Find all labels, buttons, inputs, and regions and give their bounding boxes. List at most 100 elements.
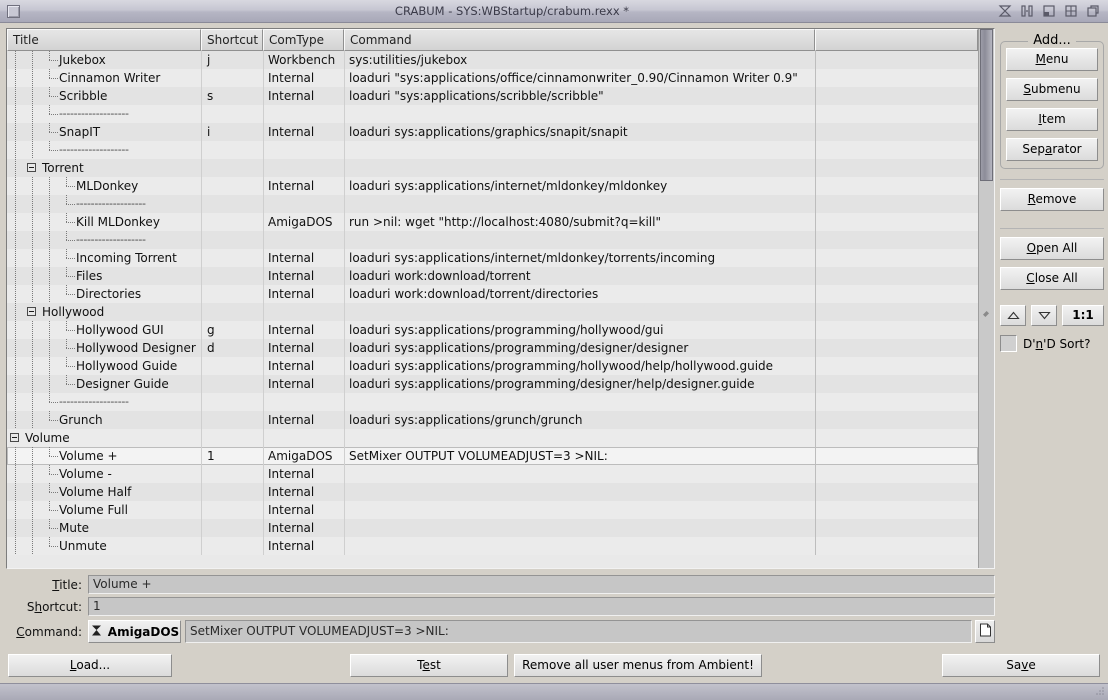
menu-tree-listview[interactable]: Title Shortcut ComType Command Jukebox j W…	[6, 28, 995, 569]
tree-indent-guide	[24, 231, 41, 249]
table-row[interactable]: -------------------	[7, 231, 978, 249]
tree-indent-guide	[7, 195, 24, 213]
row-shortcut-cell	[201, 483, 263, 501]
tree-indent-guide	[24, 537, 41, 555]
table-row[interactable]: Grunch Internal loaduri sys:applications/g…	[7, 411, 978, 429]
table-row[interactable]: Volume Full Internal	[7, 501, 978, 519]
column-header-command[interactable]: Command	[344, 29, 815, 51]
table-row[interactable]: -------------------	[7, 141, 978, 159]
column-header-comtype[interactable]: ComType	[263, 29, 344, 51]
triangle-up-icon	[1006, 309, 1020, 323]
tree-branch-icon	[58, 249, 75, 267]
table-row[interactable]: Volume + 1 AmigaDOS SetMixer OUTPUT VOLUMEA…	[7, 447, 978, 465]
table-row[interactable]: Incoming Torrent Internal loaduri sys:appl…	[7, 249, 978, 267]
column-header-shortcut[interactable]: Shortcut	[201, 29, 263, 51]
row-comtype-cell	[263, 141, 344, 159]
load-button[interactable]: Load...	[8, 653, 172, 677]
row-title-cell: Torrent	[7, 159, 201, 177]
dnd-sort-row[interactable]: D'n'D Sort?	[1000, 335, 1104, 352]
window-close-button[interactable]	[0, 4, 26, 18]
table-row[interactable]: Hollywood Designer d Internal loaduri sys:a…	[7, 339, 978, 357]
tree-expander-icon[interactable]	[24, 303, 41, 321]
row-title-cell: Jukebox	[7, 51, 201, 69]
table-row[interactable]: Directories Internal loaduri work:download…	[7, 285, 978, 303]
table-row[interactable]: Hollywood	[7, 303, 978, 321]
add-submenu-button[interactable]: Submenu	[1006, 78, 1098, 101]
close-all-button[interactable]: Close All	[1000, 267, 1104, 290]
row-title-label: Hollywood Guide	[76, 359, 178, 373]
row-extra-cell	[815, 483, 978, 501]
add-separator-button[interactable]: Separator	[1006, 138, 1098, 161]
table-row[interactable]: Hollywood GUI g Internal loaduri sys:applic…	[7, 321, 978, 339]
table-row[interactable]: Volume - Internal	[7, 465, 978, 483]
title-input[interactable]: Volume +	[88, 575, 995, 594]
scrollbar-thumb[interactable]	[980, 29, 993, 181]
row-title-label: MLDonkey	[76, 179, 139, 193]
table-row[interactable]: Volume Half Internal	[7, 483, 978, 501]
tree-indent-guide	[7, 141, 24, 159]
tree-indent-guide	[24, 123, 41, 141]
iconify-icon[interactable]	[1042, 4, 1056, 18]
table-row[interactable]: Scribble s Internal loaduri "sys:applicatio…	[7, 87, 978, 105]
row-title-label: -------------------	[59, 107, 129, 120]
command-field-label: Command:	[16, 624, 82, 639]
tree-branch-icon	[58, 231, 75, 249]
table-row[interactable]: Designer Guide Internal loaduri sys:applic…	[7, 375, 978, 393]
row-command-cell: loaduri work:download/torrent	[344, 267, 815, 285]
row-comtype-cell: Internal	[263, 537, 344, 555]
move-up-button[interactable]	[1000, 305, 1026, 326]
command-type-button[interactable]: AmigaDOS	[88, 620, 181, 643]
table-row[interactable]: MLDonkey Internal loaduri sys:applications…	[7, 177, 978, 195]
add-item-button[interactable]: Item	[1006, 108, 1098, 131]
table-row[interactable]: Mute Internal	[7, 519, 978, 537]
table-row[interactable]: Hollywood Guide Internal loaduri sys:appli…	[7, 357, 978, 375]
tree-indent-guide	[24, 321, 41, 339]
listview-vscrollbar[interactable]	[978, 29, 994, 568]
restore-icon[interactable]	[1086, 4, 1100, 18]
table-row[interactable]: Kill MLDonkey AmigaDOS run >nil: wget "htt…	[7, 213, 978, 231]
depth-icon[interactable]	[1020, 4, 1034, 18]
add-menu-button[interactable]: Menu	[1006, 48, 1098, 71]
dnd-sort-checkbox[interactable]	[1000, 335, 1017, 352]
tree-expander-icon[interactable]	[7, 429, 24, 447]
table-row[interactable]: Cinnamon Writer Internal loaduri "sys:appl…	[7, 69, 978, 87]
column-header-extra[interactable]	[815, 29, 978, 51]
table-row[interactable]: Files Internal loaduri work:download/torre…	[7, 267, 978, 285]
remove-button[interactable]: Remove	[1000, 188, 1104, 211]
table-row[interactable]: Volume	[7, 429, 978, 447]
row-title-label: Mute	[59, 521, 90, 535]
ratio-button[interactable]: 1:1	[1062, 305, 1104, 326]
table-row[interactable]: SnapIT i Internal loaduri sys:applications/…	[7, 123, 978, 141]
shortcut-input[interactable]: 1	[88, 597, 995, 616]
table-row[interactable]: Torrent	[7, 159, 978, 177]
table-row[interactable]: Unmute Internal	[7, 537, 978, 555]
table-row[interactable]: -------------------	[7, 393, 978, 411]
tree-branch-icon	[41, 51, 58, 69]
row-comtype-cell: Internal	[263, 483, 344, 501]
table-row[interactable]: -------------------	[7, 105, 978, 123]
title-bar[interactable]: CRABUM - SYS:WBStartup/crabum.rexx *	[0, 0, 1108, 23]
tree-indent-guide	[24, 141, 41, 159]
maximize-icon[interactable]	[1064, 4, 1078, 18]
move-down-button[interactable]	[1031, 305, 1057, 326]
zoom-icon[interactable]	[998, 4, 1012, 18]
table-row[interactable]: -------------------	[7, 195, 978, 213]
row-comtype-cell: Internal	[263, 375, 344, 393]
tree-expander-icon[interactable]	[24, 159, 41, 177]
open-all-button[interactable]: Open All	[1000, 237, 1104, 260]
row-extra-cell	[815, 105, 978, 123]
resize-grip-icon[interactable]	[1095, 687, 1104, 696]
test-button[interactable]: Test	[350, 653, 508, 677]
save-button[interactable]: Save	[942, 653, 1100, 677]
tree-branch-icon	[58, 285, 75, 303]
tree-indent-guide	[7, 501, 24, 519]
tree-indent-guide	[24, 501, 41, 519]
command-file-button[interactable]	[975, 620, 995, 643]
row-shortcut-cell	[201, 105, 263, 123]
status-bar	[0, 683, 1108, 700]
command-input[interactable]: SetMixer OUTPUT VOLUMEADJUST=3 >NIL:	[185, 620, 972, 643]
column-header-title[interactable]: Title	[7, 29, 201, 51]
remove-all-button[interactable]: Remove all user menus from Ambient!	[514, 653, 762, 677]
tree-indent-guide	[24, 267, 41, 285]
table-row[interactable]: Jukebox j Workbench sys:utilities/jukebox	[7, 51, 978, 69]
